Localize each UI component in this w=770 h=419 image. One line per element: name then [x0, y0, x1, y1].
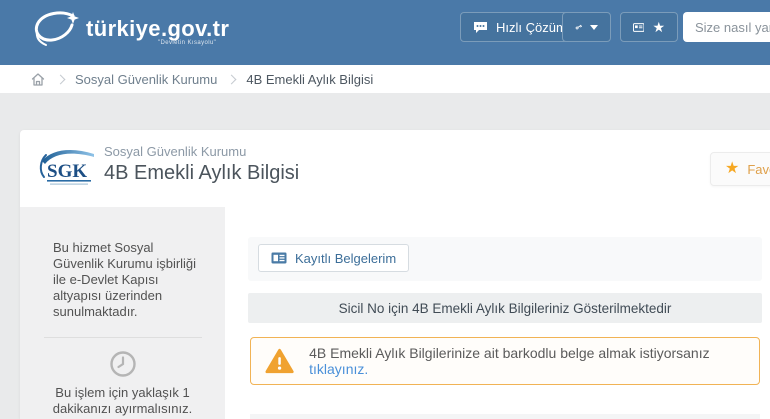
favorite-star-icon: ★	[725, 161, 739, 177]
home-icon[interactable]	[30, 72, 46, 87]
login-key-button[interactable]	[562, 12, 611, 42]
chat-bubble-icon	[473, 21, 488, 34]
service-titles: Sosyal Güvenlik Kurumu 4B Emekli Aylık B…	[104, 144, 299, 185]
result-info-text: Sicil No için 4B Emekli Aylık Bilgilerin…	[339, 301, 672, 316]
sidebar-divider	[44, 337, 202, 338]
documents-icon	[271, 252, 287, 264]
warning-text: 4B Emekli Aylık Bilgilerinize ait barkod…	[309, 345, 759, 377]
duration-note: Bu işlem için yaklaşık 1 dakikanızı ayır…	[38, 385, 208, 417]
edevlet-logo[interactable]: türkiye.gov.tr "Devletin Kısayolu"	[32, 7, 242, 57]
documents-toolbar: Kayıtlı Belgelerim	[248, 237, 762, 281]
clock-icon	[109, 350, 137, 378]
idcard-favorites-button[interactable]: ★	[620, 12, 678, 42]
breadcrumb-agency-link[interactable]: Sosyal Güvenlik Kurumu	[75, 72, 217, 87]
service-provider-note: Bu hizmet Sosyal Güvenlik Kurumu işbirli…	[53, 240, 205, 320]
result-info-bar: Sicil No için 4B Emekli Aylık Bilgilerin…	[248, 293, 762, 323]
warning-text-body: 4B Emekli Aylık Bilgilerinize ait barkod…	[309, 345, 709, 361]
quick-solution-label: Hızlı Çözüm	[496, 20, 567, 35]
barcode-warning-box: 4B Emekli Aylık Bilgilerinize ait barkod…	[250, 337, 760, 385]
service-content: Kayıtlı Belgelerim Sicil No için 4B Emek…	[225, 207, 770, 419]
warning-click-link[interactable]: tıklayınız.	[309, 361, 368, 377]
page: türkiye.gov.tr "Devletin Kısayolu" Hızlı…	[0, 0, 770, 419]
breadcrumb: Sosyal Güvenlik Kurumu 4B Emekli Aylık B…	[0, 65, 770, 93]
service-card: SGK Sosyal Güvenlik Kurumu 4B Emekli Ayl…	[20, 130, 770, 419]
service-info-sidebar: Bu hizmet Sosyal Güvenlik Kurumu işbirli…	[20, 207, 225, 419]
key-icon	[575, 20, 582, 34]
breadcrumb-separator-icon	[56, 74, 66, 84]
star-icon: ★	[652, 20, 665, 34]
sgk-logo-text: SGK	[47, 161, 87, 182]
search-input[interactable]	[683, 12, 770, 42]
edevlet-swoosh-icon	[32, 9, 80, 49]
page-title: 4B Emekli Aylık Bilgisi	[104, 162, 299, 185]
saved-documents-button[interactable]: Kayıtlı Belgelerim	[258, 244, 409, 272]
agency-name: Sosyal Güvenlik Kurumu	[104, 144, 299, 159]
sgk-logo: SGK	[38, 145, 98, 191]
warning-triangle-icon	[265, 348, 294, 375]
favorite-label: Favorilerime ekle	[747, 162, 770, 177]
breadcrumb-bar: Sosyal Güvenlik Kurumu 4B Emekli Aylık B…	[0, 65, 770, 93]
chevron-down-icon	[590, 25, 598, 30]
saved-documents-label: Kayıtlı Belgelerim	[295, 251, 396, 266]
top-header-bar: türkiye.gov.tr "Devletin Kısayolu" Hızlı…	[0, 0, 770, 65]
add-favorite-button[interactable]: ★ Favorilerime ekle	[710, 152, 770, 186]
logo-tagline: "Devletin Kısayolu"	[158, 40, 216, 46]
breadcrumb-current-page: 4B Emekli Aylık Bilgisi	[246, 72, 373, 87]
breadcrumb-separator-icon	[227, 74, 237, 84]
service-card-header: SGK Sosyal Güvenlik Kurumu 4B Emekli Ayl…	[20, 130, 770, 207]
logo-wordmark: türkiye.gov.tr	[86, 16, 229, 42]
next-section-strip	[250, 414, 760, 419]
id-card-icon	[633, 21, 644, 34]
